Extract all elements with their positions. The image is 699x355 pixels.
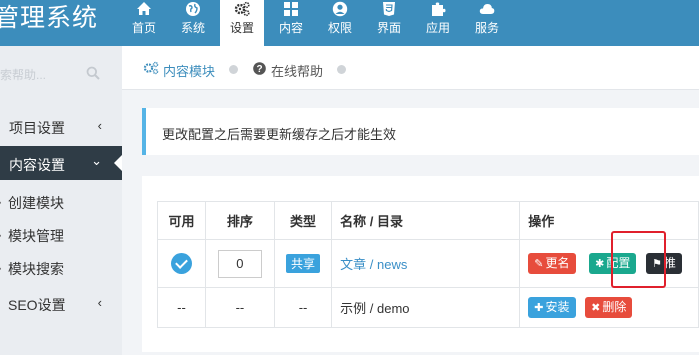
sidebar-subitem-create-module[interactable]: • 创建模块 — [0, 185, 122, 218]
breadcrumb-content-module[interactable]: 内容模块 — [163, 61, 215, 80]
highlight-box — [611, 231, 666, 288]
sidebar-subitem-module-manage[interactable]: • 模块管理 — [0, 218, 122, 251]
nav-system[interactable]: 系统 — [171, 0, 215, 46]
notice-banner: 更改配置之后需要更新缓存之后才能生效 — [142, 108, 699, 155]
order-cell: -- — [204, 287, 275, 328]
bullet-icon: • — [0, 231, 1, 241]
gear-icon: ✱ — [595, 258, 605, 270]
chevron-left-icon: ‹ — [97, 118, 102, 133]
module-name-link[interactable]: 文章 / news — [340, 257, 407, 272]
install-button-label: 安装 — [545, 300, 570, 314]
nav-home-label: 首页 — [131, 21, 156, 35]
nav-service-label: 服务 — [474, 21, 499, 35]
rename-button[interactable]: ✎ 更名 — [528, 253, 576, 274]
grid-icon — [284, 2, 298, 16]
bullet-icon: • — [0, 198, 1, 208]
nav-service[interactable]: 服务 — [465, 0, 509, 46]
nav-home[interactable]: 首页 — [122, 0, 166, 46]
actions-cell: ✎ 更名 ✱ 配置 ⚑ 推 — [519, 239, 699, 288]
sidebar-subitem-label: 模块搜索 — [8, 261, 64, 277]
top-navbar: 管理系统 首页 系统 设置 内容 权限 界面 应用 服务 — [0, 0, 699, 46]
enabled-cell — [157, 239, 206, 288]
html5-icon — [383, 2, 395, 16]
puzzle-icon — [432, 2, 446, 16]
nav-interface-label: 界面 — [376, 21, 401, 35]
sidebar-item-seo-settings[interactable]: SEO设置 ‹ — [0, 286, 122, 320]
sidebar-subitem-label: 创建模块 — [8, 195, 64, 211]
name-cell: 文章 / news — [331, 239, 521, 288]
breadcrumb-separator — [337, 65, 346, 74]
col-header-order: 排序 — [204, 201, 275, 240]
col-header-enabled: 可用 — [157, 201, 206, 240]
install-button[interactable]: ✚ 安装 — [528, 297, 576, 318]
nav-content[interactable]: 内容 — [269, 0, 313, 46]
sidebar-item-content-settings[interactable]: 内容设置 ⌄ — [0, 146, 122, 180]
main-content: 内容模块 ? 在线帮助 更改配置之后需要更新缓存之后才能生效 可用 排序 类型 … — [122, 46, 699, 355]
sidebar: 索帮助... 项目设置 ‹ 内容设置 ⌄ • 创建模块 • 模块管理 • 模块搜… — [0, 46, 122, 355]
globe-icon — [186, 2, 200, 16]
type-cell: -- — [273, 287, 333, 328]
rename-button-label: 更名 — [545, 256, 570, 270]
edit-icon: ✎ — [534, 258, 544, 270]
nav-settings-label: 设置 — [229, 21, 254, 35]
col-header-type: 类型 — [273, 201, 333, 240]
order-cell: 0 — [204, 239, 275, 288]
order-input[interactable]: 0 — [217, 249, 262, 278]
breadcrumb: 内容模块 ? 在线帮助 — [122, 46, 699, 90]
type-cell: 共享 — [273, 239, 333, 288]
nav-content-label: 内容 — [278, 21, 303, 35]
delete-button-label: 删除 — [602, 300, 627, 314]
breadcrumb-online-help[interactable]: 在线帮助 — [271, 61, 323, 80]
nav-apps[interactable]: 应用 — [416, 0, 460, 46]
check-circle-icon[interactable] — [170, 253, 192, 274]
chevron-down-icon: ⌄ — [91, 153, 102, 168]
cogs-icon — [143, 61, 159, 75]
app-title: 管理系统 — [0, 4, 99, 32]
search-icon[interactable] — [86, 66, 100, 80]
chevron-left-icon: ‹ — [97, 295, 102, 310]
nav-system-label: 系统 — [180, 21, 205, 35]
sidebar-item-label: SEO设置 — [8, 297, 66, 313]
cogs-icon — [234, 1, 250, 17]
nav-permission[interactable]: 权限 — [318, 0, 362, 46]
delete-button[interactable]: ✖ 删除 — [585, 297, 633, 318]
sidebar-search[interactable]: 索帮助... — [0, 58, 112, 88]
user-icon — [332, 1, 348, 17]
sidebar-item-project-settings[interactable]: 项目设置 ‹ — [0, 109, 122, 143]
nav-apps-label: 应用 — [425, 21, 450, 35]
cloud-icon — [479, 4, 495, 14]
col-header-name: 名称 / 目录 — [331, 201, 521, 240]
nav-permission-label: 权限 — [327, 21, 352, 35]
col-header-actions: 操作 — [519, 201, 699, 240]
sidebar-item-label: 内容设置 — [9, 157, 65, 173]
notice-text: 更改配置之后需要更新缓存之后才能生效 — [162, 127, 397, 142]
table-row: -- -- -- 示例 / demo ✚ 安装 ✖ 删除 — [157, 287, 699, 328]
plus-icon: ✚ — [534, 302, 544, 314]
svg-text:?: ? — [256, 64, 262, 75]
breadcrumb-separator — [229, 65, 238, 74]
name-cell: 示例 / demo — [331, 287, 521, 328]
bullet-icon: • — [0, 264, 1, 274]
search-input[interactable]: 索帮助... — [0, 66, 46, 83]
home-icon — [137, 2, 151, 15]
help-icon: ? — [253, 62, 266, 75]
enabled-cell: -- — [157, 287, 206, 328]
close-icon: ✖ — [591, 302, 601, 314]
actions-cell: ✚ 安装 ✖ 删除 — [519, 287, 699, 328]
nav-settings[interactable]: 设置 — [220, 0, 264, 46]
sidebar-item-label: 项目设置 — [9, 120, 65, 136]
nav-interface[interactable]: 界面 — [367, 0, 411, 46]
sidebar-subitem-module-search[interactable]: • 模块搜索 — [0, 251, 122, 284]
sidebar-subitem-label: 模块管理 — [8, 228, 64, 244]
type-badge: 共享 — [286, 254, 321, 273]
